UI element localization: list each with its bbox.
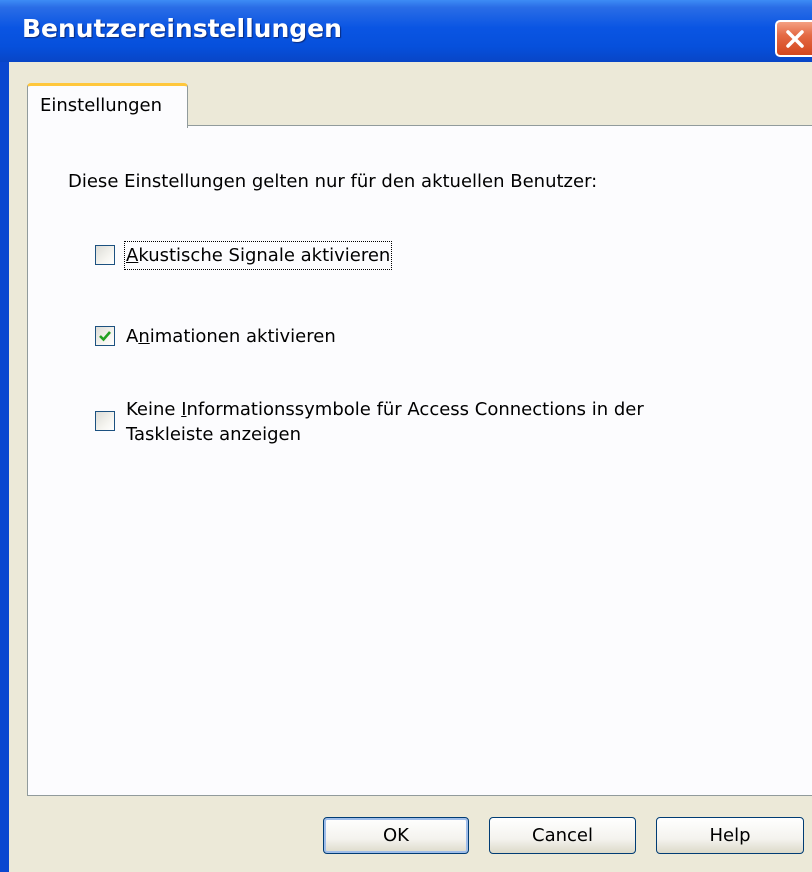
acoustic-signals-checkbox[interactable]: [95, 245, 115, 265]
cancel-button[interactable]: Cancel: [489, 817, 636, 854]
intro-text: Diese Einstellungen gelten nur für den a…: [68, 171, 598, 192]
ok-button[interactable]: OK: [323, 817, 469, 854]
title-bar[interactable]: Benutzereinstellungen: [0, 0, 812, 62]
tab-label: Einstellungen: [40, 95, 163, 116]
animations-label[interactable]: Animationen aktivieren: [126, 324, 336, 349]
tab-einstellungen[interactable]: Einstellungen: [27, 83, 188, 128]
help-button[interactable]: Help: [656, 817, 804, 854]
hide-tray-icons-label[interactable]: Keine Informationssymbole für Access Con…: [126, 397, 644, 422]
animations-checkbox[interactable]: [95, 326, 115, 346]
hide-tray-icons-checkbox[interactable]: [95, 411, 115, 431]
hide-tray-icons-label-line2[interactable]: Taskleiste anzeigen: [126, 422, 301, 447]
window-title: Benutzereinstellungen: [22, 14, 342, 43]
tab-panel: [27, 125, 812, 796]
close-button[interactable]: [775, 20, 812, 57]
checkmark-icon: [99, 331, 111, 342]
dialog-window: Benutzereinstellungen Einstellungen Dies…: [0, 0, 812, 872]
acoustic-signals-label[interactable]: Akustische Signale aktivieren: [123, 241, 393, 270]
